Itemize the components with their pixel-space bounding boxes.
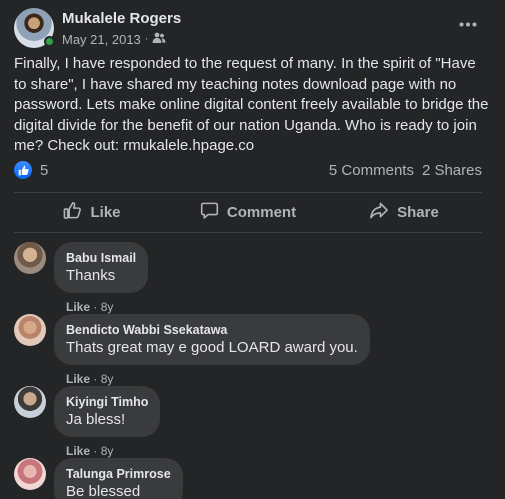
comment-item: Babu Ismail Thanks Like · 8y <box>14 242 149 314</box>
comment-text: Be blessed <box>66 483 141 499</box>
thumbs-up-icon <box>63 201 82 224</box>
comment-item: Talunga Primrose Be blessed <box>14 458 183 499</box>
post-author-name[interactable]: Mukalele Rogers <box>62 9 181 28</box>
commenter-name[interactable]: Kiyingi Timho <box>66 394 148 410</box>
comments-count-link[interactable]: 5 Comments <box>329 162 414 179</box>
comment-text: Thanks <box>66 267 116 284</box>
comment-age[interactable]: 8y <box>101 372 114 386</box>
more-horizontal-icon <box>459 14 477 32</box>
share-label: Share <box>397 203 439 221</box>
like-label: Like <box>90 203 121 221</box>
comment-age[interactable]: 8y <box>101 444 114 458</box>
shares-count-link[interactable]: 2 Shares <box>422 162 482 179</box>
commenter-avatar[interactable] <box>14 314 46 346</box>
commenter-name[interactable]: Babu Ismail <box>66 250 136 266</box>
commenter-avatar[interactable] <box>14 458 46 490</box>
comment-button[interactable]: Comment <box>170 193 326 231</box>
commenter-name[interactable]: Talunga Primrose <box>66 466 171 482</box>
comment-separator: · <box>93 372 98 386</box>
post-body-text: Finally, I have responded to the request… <box>14 55 489 154</box>
reaction-count[interactable]: 5 <box>40 162 48 179</box>
engagement-stats: 5 Comments 2 Shares <box>329 162 482 179</box>
comment-bubble: Talunga Primrose Be blessed <box>54 458 183 499</box>
comment-bubble-icon <box>200 201 219 224</box>
like-reaction-icon[interactable] <box>14 161 32 179</box>
reactions-summary: 5 5 Comments 2 Shares <box>14 158 482 182</box>
meta-separator: · <box>144 32 149 45</box>
comment-bubble: Bendicto Wabbi Ssekatawa Thats great may… <box>54 314 370 365</box>
comment-like-link[interactable]: Like <box>66 372 90 386</box>
comment-item: Kiyingi Timho Ja bless! Like · 8y <box>14 386 161 458</box>
divider-bottom <box>14 232 482 233</box>
post-header: Mukalele Rogers May 21, 2013 · <box>14 6 181 50</box>
comment-bubble: Kiyingi Timho Ja bless! <box>54 386 161 437</box>
post-date[interactable]: May 21, 2013 <box>62 31 141 48</box>
comment-footer: Like · 8y <box>66 444 160 458</box>
share-button[interactable]: Share <box>326 193 482 231</box>
post-header-text: Mukalele Rogers May 21, 2013 · <box>62 9 181 48</box>
comment-like-link[interactable]: Like <box>66 300 90 314</box>
comment-footer: Like · 8y <box>66 372 370 386</box>
comment-text: Ja bless! <box>66 411 126 428</box>
online-status-dot <box>44 36 55 47</box>
comment-bubble: Babu Ismail Thanks <box>54 242 149 293</box>
commenter-name[interactable]: Bendicto Wabbi Ssekatawa <box>66 322 358 338</box>
post-action-bar: Like Comment Share <box>14 193 482 231</box>
comment-age[interactable]: 8y <box>101 300 114 314</box>
share-arrow-icon <box>369 201 389 224</box>
friends-icon[interactable] <box>152 31 166 48</box>
post-meta: May 21, 2013 · <box>62 31 181 48</box>
comment-separator: · <box>93 444 98 458</box>
more-options-button[interactable] <box>455 13 481 33</box>
comment-separator: · <box>93 300 98 314</box>
comment-text: Thats great may e good LOARD award you. <box>66 339 358 356</box>
like-button[interactable]: Like <box>14 193 170 231</box>
author-avatar[interactable] <box>14 8 55 48</box>
comment-like-link[interactable]: Like <box>66 444 90 458</box>
comment-item: Bendicto Wabbi Ssekatawa Thats great may… <box>14 314 370 386</box>
commenter-avatar[interactable] <box>14 386 46 418</box>
comment-label: Comment <box>226 203 297 221</box>
comment-footer: Like · 8y <box>66 300 148 314</box>
commenter-avatar[interactable] <box>14 242 46 274</box>
post-card: Mukalele Rogers May 21, 2013 · Finally, … <box>0 0 505 499</box>
